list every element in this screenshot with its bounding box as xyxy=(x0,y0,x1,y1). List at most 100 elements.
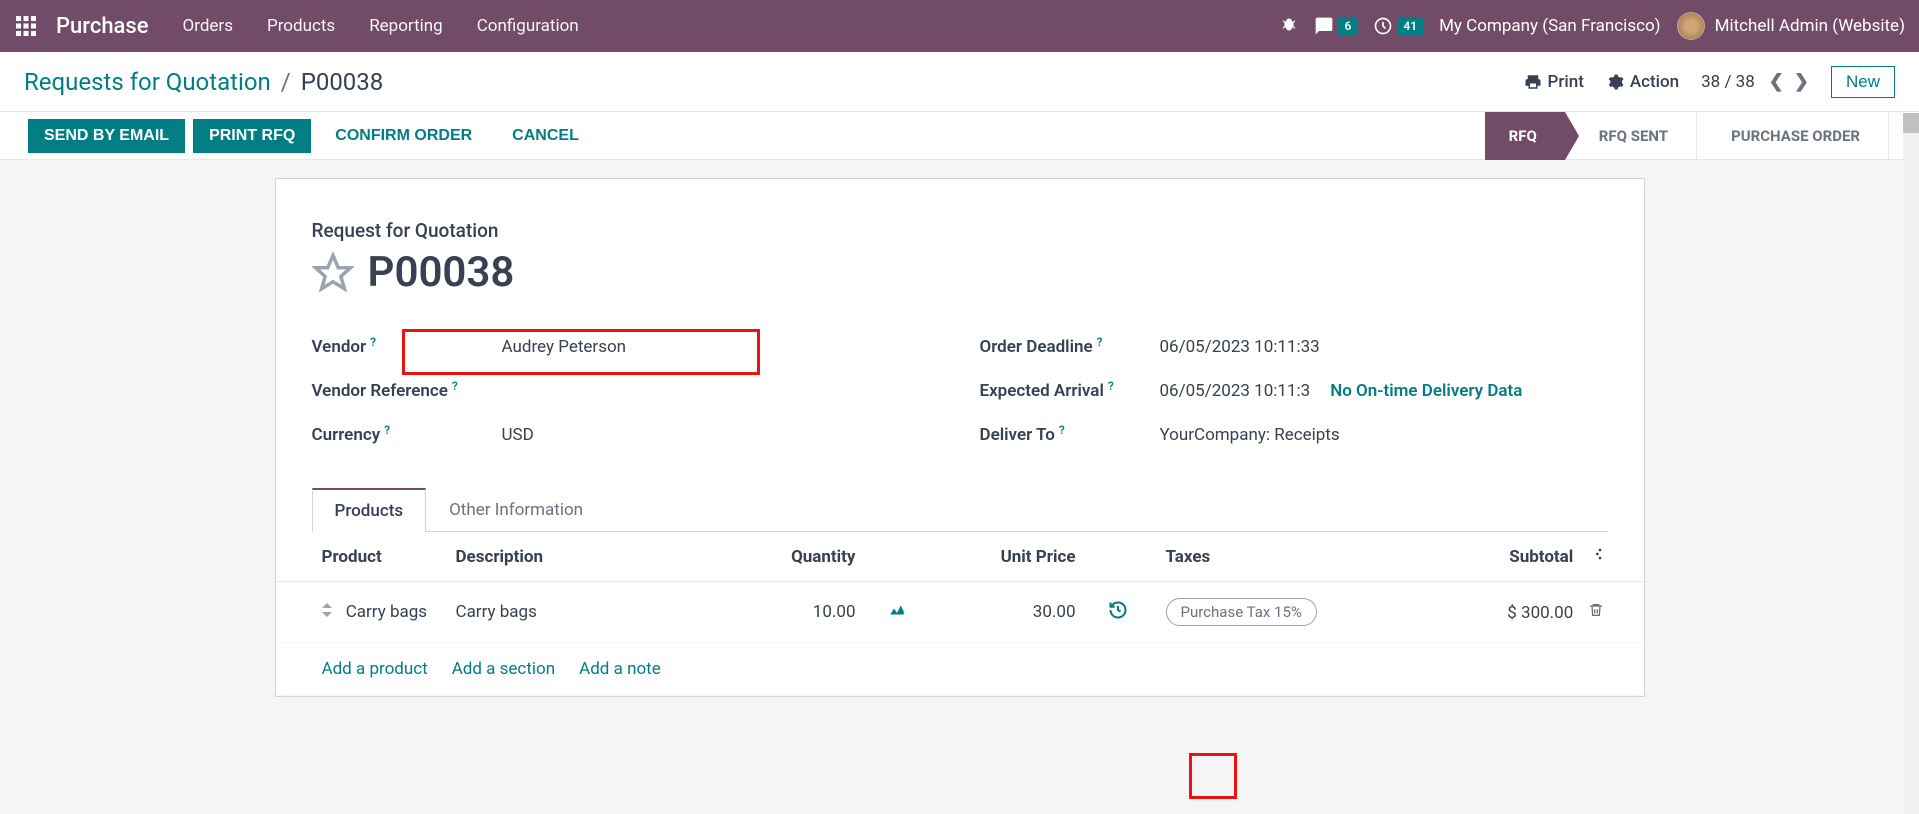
cell-description[interactable]: Carry bags xyxy=(446,582,666,643)
star-icon[interactable] xyxy=(312,252,354,294)
cell-product[interactable]: Carry bags xyxy=(346,602,427,622)
vendor-ref-label: Vendor Reference? xyxy=(312,381,502,401)
currency-row: Currency? USD xyxy=(312,413,940,457)
action-label: Action xyxy=(1630,72,1679,92)
user-menu[interactable]: Mitchell Admin (Website) xyxy=(1677,12,1905,40)
nav-reporting[interactable]: Reporting xyxy=(369,16,443,36)
th-product: Product xyxy=(276,532,446,582)
th-taxes: Taxes xyxy=(1156,532,1386,582)
column-settings-icon[interactable] xyxy=(1588,547,1604,567)
action-button[interactable]: Action xyxy=(1606,72,1679,92)
pager-prev[interactable]: ❮ xyxy=(1769,71,1784,92)
apps-icon[interactable] xyxy=(14,14,38,38)
cell-unit-price[interactable]: 30.00 xyxy=(916,582,1086,643)
cell-subtotal: $ 300.00 xyxy=(1507,603,1573,623)
print-label: Print xyxy=(1548,72,1584,92)
vendor-row: Vendor? Audrey Peterson xyxy=(312,325,940,369)
tab-other-information[interactable]: Other Information xyxy=(426,488,606,532)
currency-value[interactable]: USD xyxy=(502,425,534,445)
price-history-icon[interactable] xyxy=(1108,605,1128,625)
deliver-to-row: Deliver To? YourCompany: Receipts xyxy=(980,413,1608,457)
status-rfq[interactable]: RFQ xyxy=(1485,112,1565,160)
nav-products[interactable]: Products xyxy=(267,16,335,36)
breadcrumb-separator: / xyxy=(281,68,291,96)
add-note-link[interactable]: Add a note xyxy=(579,659,661,679)
scrollbar-thumb[interactable] xyxy=(1903,113,1919,133)
th-subtotal: Subtotal xyxy=(1386,532,1644,582)
pager: 38 / 38 ❮ ❯ xyxy=(1701,71,1809,92)
control-bar: Requests for Quotation / P00038 Print Ac… xyxy=(0,52,1919,112)
user-name: Mitchell Admin (Website) xyxy=(1715,16,1905,36)
expected-arrival-label: Expected Arrival? xyxy=(980,381,1160,401)
form-sheet: Request for Quotation P00038 Vendor? Aud… xyxy=(275,178,1645,697)
add-product-link[interactable]: Add a product xyxy=(322,659,428,679)
vendor-help-icon[interactable]: ? xyxy=(370,335,376,349)
activity-badge: 41 xyxy=(1397,17,1423,35)
order-deadline-label: Order Deadline? xyxy=(980,337,1160,357)
cancel-button[interactable]: CANCEL xyxy=(496,119,595,153)
nav-right: 6 41 My Company (San Francisco) Mitchell… xyxy=(1280,12,1905,40)
form-left-column: Vendor? Audrey Peterson Vendor Reference… xyxy=(312,325,940,457)
messaging-badge: 6 xyxy=(1338,17,1357,35)
nav-menu: Orders Products Reporting Configuration xyxy=(183,16,1281,36)
status-rfq-sent[interactable]: RFQ SENT xyxy=(1565,112,1697,160)
app-name[interactable]: Purchase xyxy=(56,14,149,39)
order-deadline-help-icon[interactable]: ? xyxy=(1097,335,1103,349)
control-panel-actions: Print Action 38 / 38 ❮ ❯ New xyxy=(1524,66,1895,98)
deliver-to-value[interactable]: YourCompany: Receipts xyxy=(1160,425,1340,445)
debug-icon[interactable] xyxy=(1280,17,1298,35)
vendor-label: Vendor? xyxy=(312,337,502,357)
currency-label: Currency? xyxy=(312,425,502,445)
form-title-row: P00038 xyxy=(312,248,1608,297)
vendor-value[interactable]: Audrey Peterson xyxy=(502,337,627,357)
cell-quantity[interactable]: 10.00 xyxy=(666,582,866,643)
cell-tax[interactable]: Purchase Tax 15% xyxy=(1166,598,1317,626)
send-by-email-button[interactable]: SEND BY EMAIL xyxy=(28,119,185,153)
company-selector[interactable]: My Company (San Francisco) xyxy=(1439,16,1661,36)
breadcrumb-current: P00038 xyxy=(301,68,384,96)
deliver-to-help-icon[interactable]: ? xyxy=(1059,423,1065,437)
form-right-column: Order Deadline? 06/05/2023 10:11:33 Expe… xyxy=(980,325,1608,457)
nav-orders[interactable]: Orders xyxy=(183,16,233,36)
vendor-ref-row: Vendor Reference? xyxy=(312,369,940,413)
add-row: Add a product Add a section Add a note xyxy=(276,643,1644,696)
delete-row-icon[interactable] xyxy=(1588,603,1604,623)
order-deadline-value[interactable]: 06/05/2023 10:11:33 xyxy=(1160,337,1320,357)
print-rfq-button[interactable]: PRINT RFQ xyxy=(193,119,311,153)
main-area: Request for Quotation P00038 Vendor? Aud… xyxy=(0,160,1919,697)
currency-help-icon[interactable]: ? xyxy=(384,423,390,437)
deliver-to-label: Deliver To? xyxy=(980,425,1160,445)
forecast-icon[interactable] xyxy=(888,604,906,624)
tab-products[interactable]: Products xyxy=(312,488,427,532)
expected-arrival-value[interactable]: 06/05/2023 10:11:3 xyxy=(1160,381,1311,401)
th-description: Description xyxy=(446,532,666,582)
th-quantity: Quantity xyxy=(666,532,866,582)
top-nav: Purchase Orders Products Reporting Confi… xyxy=(0,0,1919,52)
scrollbar[interactable] xyxy=(1903,113,1919,814)
status-purchase-order[interactable]: PURCHASE ORDER xyxy=(1697,112,1889,160)
nav-configuration[interactable]: Configuration xyxy=(477,16,579,36)
breadcrumb-parent[interactable]: Requests for Quotation xyxy=(24,68,271,96)
add-section-link[interactable]: Add a section xyxy=(452,659,555,679)
avatar xyxy=(1677,12,1705,40)
status-bar: SEND BY EMAIL PRINT RFQ CONFIRM ORDER CA… xyxy=(0,112,1919,160)
activity-icon[interactable]: 41 xyxy=(1373,16,1423,36)
pager-text[interactable]: 38 / 38 xyxy=(1701,72,1755,92)
breadcrumb: Requests for Quotation / P00038 xyxy=(24,68,1524,96)
document-number: P00038 xyxy=(368,248,515,297)
status-flow: RFQ RFQ SENT PURCHASE ORDER xyxy=(1485,112,1919,160)
no-delivery-data-link[interactable]: No On-time Delivery Data xyxy=(1330,381,1522,401)
order-deadline-row: Order Deadline? 06/05/2023 10:11:33 xyxy=(980,325,1608,369)
table-row[interactable]: Carry bags Carry bags 10.00 30.00 xyxy=(276,582,1644,643)
messaging-icon[interactable]: 6 xyxy=(1314,16,1357,36)
expected-arrival-row: Expected Arrival? 06/05/2023 10:11:3 No … xyxy=(980,369,1608,413)
expected-arrival-help-icon[interactable]: ? xyxy=(1108,379,1114,393)
vendor-ref-help-icon[interactable]: ? xyxy=(452,379,458,393)
print-button[interactable]: Print xyxy=(1524,72,1584,92)
drag-handle-icon[interactable] xyxy=(322,603,332,620)
pager-next[interactable]: ❯ xyxy=(1794,71,1809,92)
form-grid: Vendor? Audrey Peterson Vendor Reference… xyxy=(312,325,1608,457)
confirm-order-button[interactable]: CONFIRM ORDER xyxy=(319,119,488,153)
order-lines-table: Product Description Quantity Unit Price … xyxy=(276,532,1644,696)
new-button[interactable]: New xyxy=(1831,66,1895,98)
